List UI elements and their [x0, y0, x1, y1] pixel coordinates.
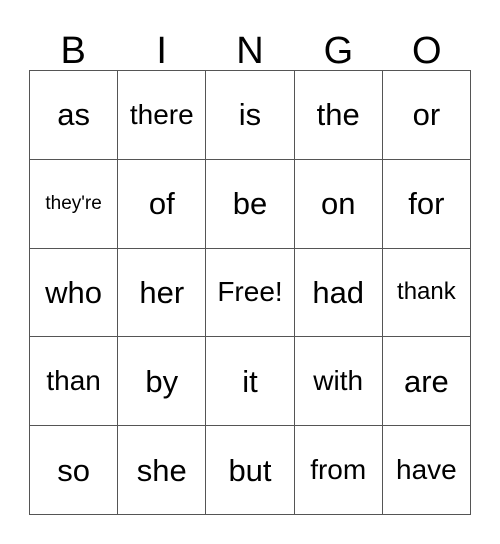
header-letter-text: G [323, 30, 354, 72]
bingo-cell-text: the [316, 97, 360, 133]
header-letter-text: B [60, 30, 86, 72]
bingo-cell-text: with [313, 365, 364, 397]
bingo-cell[interactable]: by [118, 337, 207, 427]
bingo-cell[interactable]: had [294, 248, 383, 338]
bingo-cell[interactable]: there [118, 71, 207, 160]
bingo-cell[interactable]: it [206, 337, 295, 427]
bingo-cell[interactable]: she [118, 426, 207, 515]
bingo-cell-text: but [228, 452, 272, 488]
header-letter-text: N [236, 30, 264, 72]
bingo-cell-text: be [232, 186, 268, 222]
bingo-header-letter-n: N [206, 16, 294, 70]
bingo-cell[interactable]: her [118, 248, 207, 338]
header-letter-text: I [156, 30, 167, 72]
bingo-cell[interactable]: thank [382, 248, 471, 338]
bingo-cell-text: than [46, 365, 101, 397]
bingo-cell-text: or [412, 97, 441, 133]
bingo-free-space-text: Free! [217, 276, 283, 308]
bingo-cell-text: for [408, 186, 445, 222]
bingo-cell-free-space[interactable]: Free! [206, 248, 295, 338]
bingo-cell-text: on [320, 186, 356, 222]
bingo-cell-text: as [57, 97, 90, 133]
bingo-cell-text: are [403, 363, 449, 399]
bingo-cell[interactable]: for [382, 159, 471, 249]
bingo-cell-text: who [45, 274, 103, 310]
bingo-cell-text: from [310, 454, 367, 486]
bingo-cell-text: have [396, 454, 457, 486]
bingo-cell[interactable]: who [30, 248, 119, 338]
bingo-cell-text: thank [397, 278, 456, 306]
bingo-header-letter-o: O [383, 16, 471, 70]
bingo-cell-text: so [57, 452, 90, 488]
bingo-cell-text: had [312, 274, 365, 310]
bingo-cell[interactable]: on [294, 159, 383, 249]
bingo-cell[interactable]: the [294, 71, 383, 160]
bingo-header-row: B I N G O [29, 16, 471, 70]
bingo-cell-text: they're [45, 193, 102, 215]
bingo-cell-text: of [148, 186, 175, 222]
bingo-header-letter-g: G [294, 16, 382, 70]
bingo-header-letter-b: B [29, 16, 117, 70]
bingo-cell[interactable]: is [206, 71, 295, 160]
bingo-cell-text: there [129, 98, 194, 130]
bingo-cell-text: by [145, 363, 179, 399]
bingo-cell[interactable]: they're [30, 159, 119, 249]
bingo-cell[interactable]: be [206, 159, 295, 249]
bingo-cell-text: her [139, 274, 185, 310]
bingo-cell[interactable]: so [30, 426, 119, 515]
header-letter-text: O [412, 30, 442, 72]
bingo-cell[interactable]: of [118, 159, 207, 249]
bingo-cell[interactable]: but [206, 426, 295, 515]
bingo-cell[interactable]: from [294, 426, 383, 515]
bingo-cell[interactable]: or [382, 71, 471, 160]
bingo-grid: as there is the or they're of be on for [29, 70, 471, 515]
bingo-cell[interactable]: than [30, 337, 119, 427]
bingo-cell[interactable]: as [30, 71, 119, 160]
bingo-cell-text: is [238, 97, 262, 133]
bingo-cell[interactable]: with [294, 337, 383, 427]
bingo-cell[interactable]: are [382, 337, 471, 427]
bingo-cell[interactable]: have [382, 426, 471, 515]
bingo-cell-text: it [242, 363, 258, 399]
bingo-header-letter-i: I [117, 16, 205, 70]
bingo-card: B I N G O as there is the or they're of … [0, 0, 500, 544]
bingo-cell-text: she [136, 452, 187, 488]
